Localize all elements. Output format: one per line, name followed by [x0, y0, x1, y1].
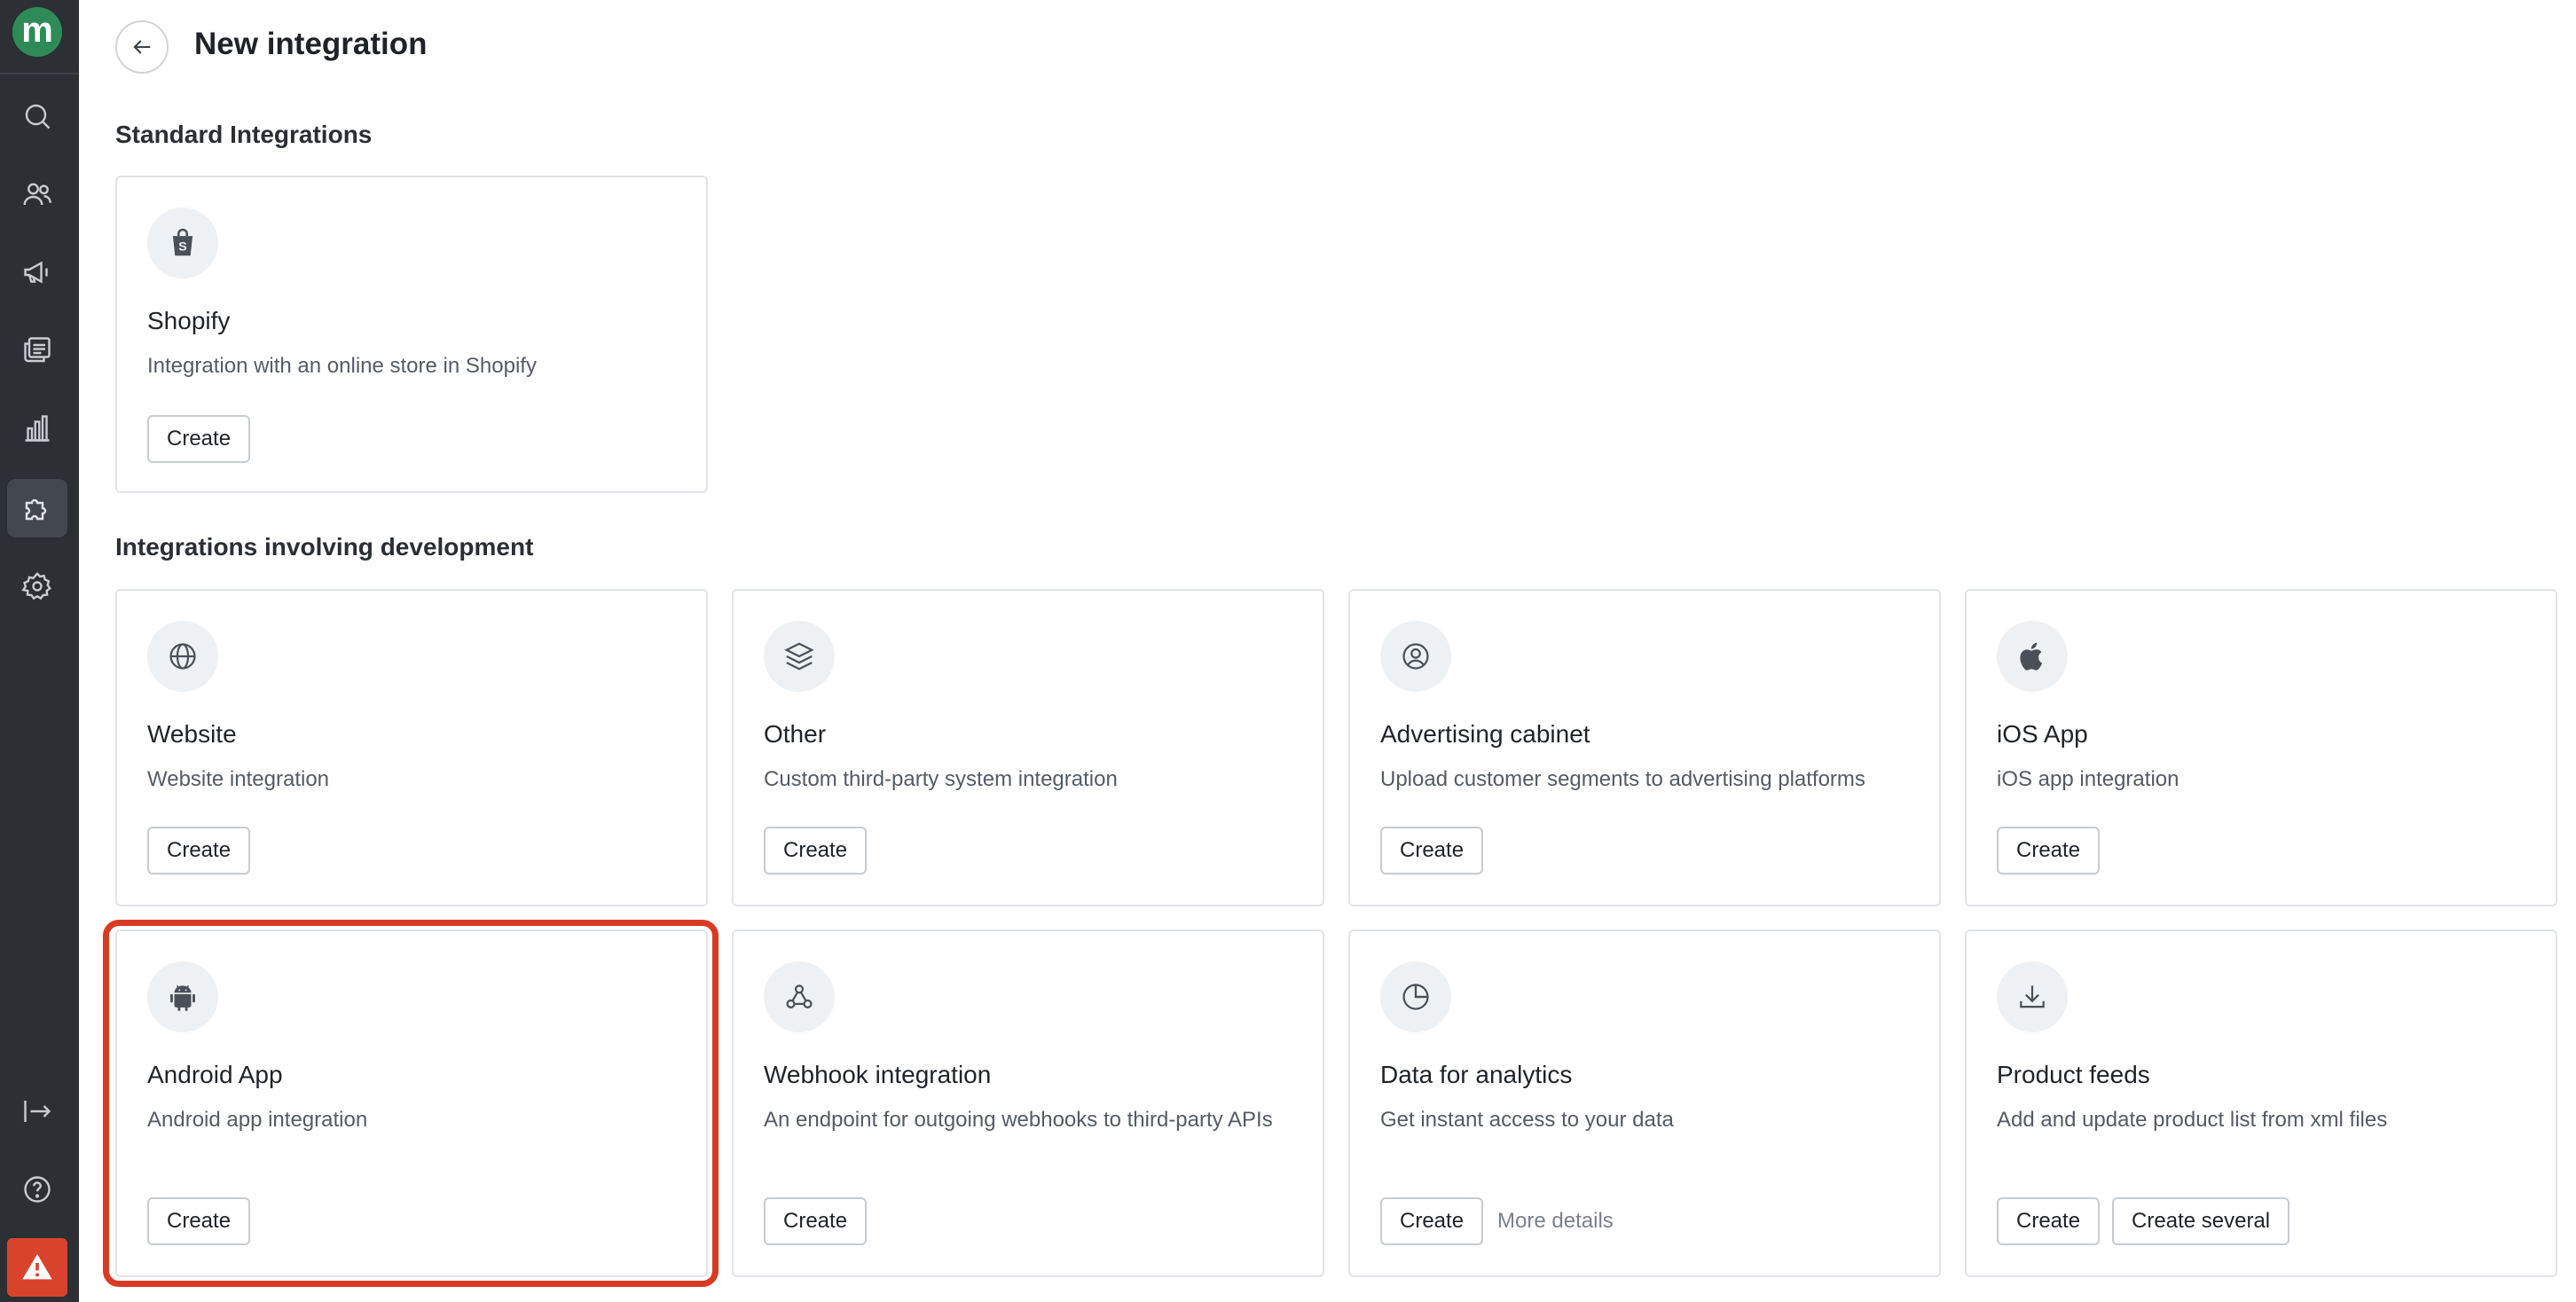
card-description: Custom third-party system integration: [764, 767, 1118, 791]
create-button[interactable]: Create: [1380, 1197, 1484, 1245]
megaphone-icon: [24, 261, 48, 284]
card-title: Shopify: [147, 307, 231, 334]
shopping-bag-icon: S: [172, 228, 193, 256]
card-icon-wrap: [1380, 961, 1451, 1032]
card-ios-app: iOS App iOS app integration Create: [1965, 589, 2557, 906]
card-actions: Create More details: [1380, 1197, 1614, 1245]
card-description: Add and update product list from xml fil…: [1997, 1108, 2388, 1132]
sidebar-item-campaigns[interactable]: [7, 243, 67, 302]
card-title: Product feeds: [1997, 1061, 2150, 1088]
create-button[interactable]: Create: [764, 1197, 868, 1245]
card-title: iOS App: [1997, 720, 2088, 748]
card-icon-wrap: [1997, 961, 2068, 1032]
create-button[interactable]: Create: [147, 827, 251, 875]
sidebar-divider: [0, 73, 79, 75]
card-icon-wrap: S: [147, 208, 218, 278]
more-details-link[interactable]: More details: [1496, 1209, 1614, 1234]
alert-button[interactable]: [7, 1238, 67, 1297]
create-button[interactable]: Create: [1380, 827, 1484, 875]
create-several-button[interactable]: Create several: [2112, 1197, 2290, 1245]
apple-icon: [2020, 642, 2043, 671]
section-title-development: Integrations involving development: [115, 533, 534, 561]
card-icon-wrap: [147, 961, 218, 1032]
card-icon-wrap: [147, 621, 218, 692]
card-actions: Create: [1380, 827, 1484, 875]
puzzle-icon: [25, 498, 47, 521]
back-button[interactable]: [115, 20, 169, 74]
layers-icon: [784, 642, 814, 671]
card-title: Data for analytics: [1380, 1061, 1573, 1088]
card-shopify: S Shopify Integration with an online sto…: [115, 176, 708, 493]
card-description: Get instant access to your data: [1380, 1108, 1674, 1132]
gear-icon: [21, 571, 51, 600]
card-actions: Create Create several: [1997, 1197, 2290, 1245]
create-button[interactable]: Create: [147, 415, 251, 463]
card-actions: Create: [147, 1197, 251, 1245]
card-icon-wrap: [1380, 621, 1451, 692]
card-icon-wrap: [764, 621, 835, 692]
search-icon: [25, 104, 51, 129]
user-circle-icon: [1402, 643, 1429, 670]
svg-text:S: S: [178, 240, 187, 255]
card-actions: Create: [764, 827, 868, 875]
logo[interactable]: m: [12, 7, 62, 57]
logout-icon: [24, 1101, 51, 1122]
sidebar-item-messages[interactable]: [7, 321, 67, 380]
card-actions: Create: [147, 827, 251, 875]
sidebar: m: [0, 0, 79, 1302]
card-description: Integration with an online store in Shop…: [147, 354, 537, 378]
sidebar-item-analytics[interactable]: [7, 399, 67, 458]
card-actions: Create: [764, 1197, 868, 1245]
create-button[interactable]: Create: [1997, 827, 2101, 875]
sidebar-item-customers[interactable]: [7, 165, 67, 224]
card-actions: Create: [1997, 827, 2101, 875]
card-description: Android app integration: [147, 1108, 368, 1132]
users-icon: [23, 183, 51, 206]
sidebar-item-help[interactable]: [7, 1160, 67, 1219]
pie-chart-icon: [1402, 984, 1429, 1010]
card-title: Android App: [147, 1061, 283, 1088]
card-title: Website: [147, 720, 237, 748]
section-title-standard: Standard Integrations: [115, 121, 373, 148]
card-description: An endpoint for outgoing webhooks to thi…: [764, 1108, 1273, 1132]
page-title: New integration: [194, 27, 428, 61]
card-webhook-integration: Webhook integration An endpoint for outg…: [732, 929, 1324, 1277]
sidebar-item-collapse[interactable]: [7, 1082, 67, 1141]
card-title: Other: [764, 720, 827, 748]
card-product-feeds: Product feeds Add and update product lis…: [1965, 929, 2557, 1277]
card-description: Website integration: [147, 767, 330, 791]
sidebar-item-settings[interactable]: [7, 557, 67, 616]
create-button[interactable]: Create: [1997, 1197, 2101, 1245]
app: m New integration Standard Integrations …: [0, 0, 2576, 1302]
globe-icon: [169, 643, 196, 670]
card-other: Other Custom third-party system integrat…: [732, 589, 1324, 906]
card-description: Upload customer segments to advertising …: [1380, 767, 1865, 791]
analytics-icon: [25, 415, 50, 442]
messages-icon: [24, 337, 51, 363]
webhook-icon: [786, 984, 813, 1008]
card-data-for-analytics: Data for analytics Get instant access to…: [1348, 929, 1941, 1277]
sidebar-item-search[interactable]: [7, 87, 67, 145]
card-actions: Create: [147, 415, 251, 463]
help-icon: [24, 1176, 51, 1203]
create-button[interactable]: Create: [764, 827, 868, 875]
create-button[interactable]: Create: [147, 1197, 251, 1245]
sidebar-item-integrations[interactable]: [7, 479, 67, 537]
warning-icon: [22, 1254, 52, 1280]
card-icon-wrap: [1997, 621, 2068, 692]
card-advertising-cabinet: Advertising cabinet Upload customer segm…: [1348, 589, 1941, 906]
card-title: Webhook integration: [764, 1061, 992, 1088]
card-description: iOS app integration: [1997, 767, 2179, 791]
main-content: New integration Standard Integrations S …: [79, 0, 2576, 1302]
card-title: Advertising cabinet: [1380, 720, 1590, 748]
download-icon: [2020, 985, 2045, 1008]
card-android-app: Android App Android app integration Crea…: [115, 929, 708, 1277]
card-website: Website Website integration Create: [115, 589, 708, 906]
card-icon-wrap: [764, 961, 835, 1032]
android-icon: [170, 984, 195, 1011]
arrow-left-icon: [133, 40, 151, 54]
